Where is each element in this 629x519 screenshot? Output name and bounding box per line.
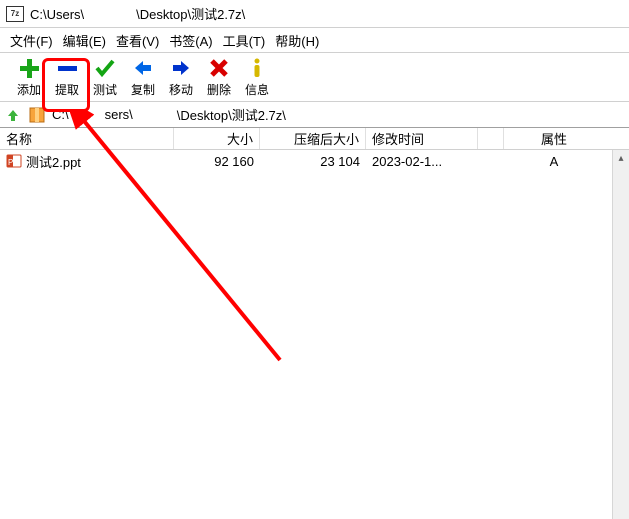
col-header-spacer (478, 128, 504, 149)
delete-button[interactable]: 删除 (200, 54, 238, 100)
extract-button[interactable]: 提取 (48, 54, 86, 100)
copy-arrow-icon (132, 57, 154, 79)
list-header: 名称 大小 压缩后大小 修改时间 属性 (0, 128, 629, 150)
vertical-scrollbar[interactable]: ▴ (612, 150, 629, 519)
cell-modified: 2023-02-1... (366, 150, 478, 172)
scroll-up-icon[interactable]: ▴ (613, 150, 629, 167)
test-label: 测试 (93, 81, 117, 98)
up-button[interactable] (4, 106, 22, 124)
address-path[interactable]: C:\ sers\ \Desktop\测试2.7z\ (52, 105, 286, 124)
redacted-seg-2 (133, 109, 177, 121)
titlebar: 7z C:\Users\ \Desktop\测试2.7z\ (0, 0, 629, 28)
addr-suffix: \Desktop\测试2.7z\ (177, 105, 286, 124)
move-arrow-icon (170, 57, 192, 79)
minus-icon (56, 57, 78, 79)
app-icon: 7z (6, 6, 24, 22)
add-button[interactable]: 添加 (10, 54, 48, 100)
info-label: 信息 (245, 81, 269, 98)
title-path-suffix: \Desktop\测试2.7z\ (136, 7, 245, 22)
addr-prefix: C:\ (52, 107, 69, 122)
menu-edit[interactable]: 编辑(E) (63, 31, 106, 50)
cell-packed: 23 104 (260, 150, 366, 172)
copy-button[interactable]: 复制 (124, 54, 162, 100)
menu-file[interactable]: 文件(F) (10, 31, 53, 50)
window-title: C:\Users\ \Desktop\测试2.7z\ (30, 4, 245, 23)
col-header-name[interactable]: 名称 (0, 128, 174, 149)
add-label: 添加 (17, 81, 41, 98)
delete-label: 删除 (207, 81, 231, 98)
svg-text:P: P (8, 158, 13, 167)
info-button[interactable]: 信息 (238, 54, 276, 100)
ppt-file-icon: P (6, 153, 22, 169)
test-button[interactable]: 测试 (86, 54, 124, 100)
x-icon (208, 57, 230, 79)
file-name: 测试2.ppt (26, 152, 81, 171)
col-header-size[interactable]: 大小 (174, 128, 260, 149)
menu-tools[interactable]: 工具(T) (223, 31, 266, 50)
col-header-attributes[interactable]: 属性 (504, 128, 604, 149)
toolbar: 添加 提取 测试 复制 移动 删除 信息 (0, 52, 629, 102)
menu-favorites[interactable]: 书签(A) (169, 31, 212, 50)
extract-label: 提取 (55, 81, 79, 98)
info-icon (246, 57, 268, 79)
cell-spacer (478, 150, 504, 172)
menu-help[interactable]: 帮助(H) (275, 31, 319, 50)
copy-label: 复制 (131, 81, 155, 98)
title-path-prefix: C:\Users\ (30, 7, 84, 22)
menu-view[interactable]: 查看(V) (116, 31, 159, 50)
cell-attr: A (504, 150, 604, 172)
cell-size: 92 160 (174, 150, 260, 172)
cell-name: P 测试2.ppt (0, 150, 174, 172)
file-list[interactable]: P 测试2.ppt 92 160 23 104 2023-02-1... A ▴ (0, 150, 629, 519)
addr-mid: sers\ (105, 107, 133, 122)
move-button[interactable]: 移动 (162, 54, 200, 100)
check-icon (94, 57, 116, 79)
redacted-seg-1 (69, 109, 105, 121)
menubar: 文件(F) 编辑(E) 查看(V) 书签(A) 工具(T) 帮助(H) (0, 28, 629, 52)
col-header-modified[interactable]: 修改时间 (366, 128, 478, 149)
plus-icon (18, 57, 40, 79)
move-label: 移动 (169, 81, 193, 98)
redacted-username (84, 10, 136, 22)
col-header-packed[interactable]: 压缩后大小 (260, 128, 366, 149)
archive-file-icon (28, 106, 46, 124)
addressbar: C:\ sers\ \Desktop\测试2.7z\ (0, 102, 629, 128)
table-row[interactable]: P 测试2.ppt 92 160 23 104 2023-02-1... A (0, 150, 629, 172)
